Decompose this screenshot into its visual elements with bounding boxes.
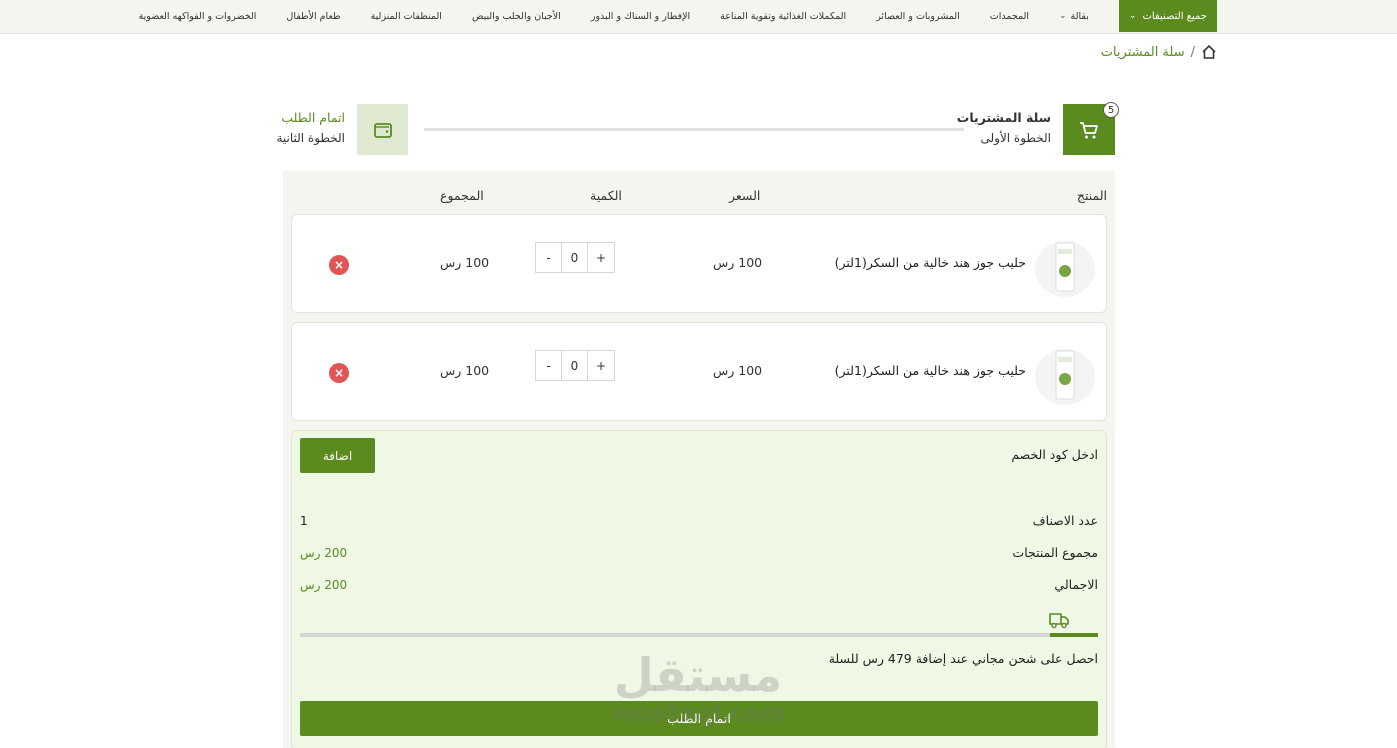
add-coupon-button[interactable]: اضافة xyxy=(300,438,375,473)
step-checkout-box xyxy=(357,104,408,155)
grand-total-value: 200 رس xyxy=(300,578,348,592)
step-one-text: سلة المشتريات الخطوة الأولى xyxy=(957,110,1051,145)
step-two-title: اتمام الطلب xyxy=(281,110,345,125)
chevron-down-icon: ⌄ xyxy=(1128,11,1137,21)
steps-progress-line xyxy=(424,128,964,131)
product-image xyxy=(1035,241,1095,297)
subtotal-value: 200 رس xyxy=(300,546,348,560)
quantity-value[interactable]: 0 xyxy=(562,351,588,380)
all-categories-button[interactable]: جميع التصنيفات ⌄ xyxy=(1118,0,1217,32)
subtotal-label: مجموع المنتجات xyxy=(1012,545,1098,560)
product-name[interactable]: حليب جوز هند خالية من السكر(1لتر) xyxy=(835,363,1026,378)
nav-menu: جميع التصنيفات ⌄ بقالة ⌄ المجمدات المشرو… xyxy=(139,0,1217,32)
increment-button[interactable]: + xyxy=(588,351,614,380)
grand-total-label: الاجمالي xyxy=(1054,577,1098,592)
decrement-button[interactable]: - xyxy=(536,243,562,272)
column-header-product: المنتج xyxy=(1076,188,1107,203)
wallet-icon xyxy=(373,122,392,138)
nav-item-label: طعام الأطفال xyxy=(286,10,341,22)
coupon-label: ادخل كود الخصم xyxy=(1011,447,1098,462)
nav-item-grocery[interactable]: بقالة ⌄ xyxy=(1059,11,1089,22)
remove-item-button[interactable]: × xyxy=(329,363,349,383)
product-price: 100 رس xyxy=(713,363,763,378)
watermark: مستقل mostaql.com xyxy=(612,648,786,727)
nav-item-label: الأجبان والحلب والبيض xyxy=(471,10,561,22)
step-one-title: سلة المشتريات xyxy=(956,110,1051,125)
product-name[interactable]: حليب جوز هند خالية من السكر(1لتر) xyxy=(835,255,1026,270)
cart-count-badge: 5 xyxy=(1103,102,1119,118)
chevron-down-icon: ⌄ xyxy=(1059,11,1067,21)
step-two-text: اتمام الطلب الخطوة الثانية xyxy=(276,110,345,145)
column-header-price: السعر xyxy=(729,188,761,203)
nav-item-frozen[interactable]: المجمدات xyxy=(990,11,1029,22)
free-shipping-progress-track xyxy=(300,633,1098,637)
watermark-logo-text: مستقل xyxy=(613,648,783,702)
items-count-label: عدد الاصناف xyxy=(1032,513,1098,528)
close-icon: × xyxy=(333,366,345,380)
nav-item-dairy[interactable]: الأجبان والحلب والبيض xyxy=(472,11,561,22)
watermark-url: mostaql.com xyxy=(612,699,786,727)
top-nav: جميع التصنيفات ⌄ بقالة ⌄ المجمدات المشرو… xyxy=(0,0,1397,34)
product-price: 100 رس xyxy=(713,255,763,270)
nav-item-breakfast[interactable]: الإفطار و السناك و البذور xyxy=(591,11,690,22)
nav-item-cleaning[interactable]: المنظفات المنزلية xyxy=(371,11,442,22)
column-header-quantity: الكمية xyxy=(590,188,622,203)
item-total: 100 رس xyxy=(440,255,490,270)
nav-item-label: بقالة xyxy=(1070,10,1089,22)
column-header-total: المجموع xyxy=(440,188,484,203)
nav-item-label: الخضروات و الفواكهه العضوية xyxy=(138,10,257,22)
home-icon[interactable] xyxy=(1201,44,1217,60)
breadcrumb-separator: / xyxy=(1190,44,1195,60)
breadcrumb: / سلة المشتريات xyxy=(1101,44,1217,60)
free-shipping-message: احصل على شحن مجاني عند إضافة 479 رس للسل… xyxy=(828,651,1098,666)
remove-item-button[interactable]: × xyxy=(329,255,349,275)
decrement-button[interactable]: - xyxy=(536,351,562,380)
delivery-truck-icon xyxy=(1049,613,1069,629)
nav-item-label: الإفطار و السناك و البذور xyxy=(590,10,691,22)
item-total: 100 رس xyxy=(440,363,490,378)
all-categories-label: جميع التصنيفات xyxy=(1142,10,1207,22)
nav-item-supplements[interactable]: المكملات الغذائية وتقوية المناعة xyxy=(720,11,846,22)
nav-item-organic[interactable]: الخضروات و الفواكهه العضوية xyxy=(139,11,257,22)
nav-item-drinks[interactable]: المشروبات و العصائر xyxy=(876,11,960,22)
free-shipping-progress-fill xyxy=(1050,633,1098,637)
quantity-stepper: - 0 + xyxy=(535,242,615,273)
nav-item-label: المشروبات و العصائر xyxy=(876,10,960,22)
items-count-value: 1 xyxy=(300,514,308,528)
cart-icon xyxy=(1080,121,1098,138)
cart-item-row: حليب جوز هند خالية من السكر(1لتر) 100 رس… xyxy=(291,214,1107,313)
close-icon: × xyxy=(333,258,345,272)
nav-item-label: المكملات الغذائية وتقوية المناعة xyxy=(720,10,847,22)
nav-item-baby-food[interactable]: طعام الأطفال xyxy=(286,11,340,22)
increment-button[interactable]: + xyxy=(588,243,614,272)
nav-item-label: المجمدات xyxy=(989,10,1029,22)
quantity-stepper: - 0 + xyxy=(535,350,615,381)
breadcrumb-current: سلة المشتريات xyxy=(1100,44,1185,60)
nav-item-label: المنظفات المنزلية xyxy=(370,10,442,22)
step-two-subtitle: الخطوة الثانية xyxy=(276,131,345,145)
quantity-value[interactable]: 0 xyxy=(562,243,588,272)
step-one-subtitle: الخطوة الأولى xyxy=(980,131,1051,145)
product-image xyxy=(1035,349,1095,405)
cart-item-row: حليب جوز هند خالية من السكر(1لتر) 100 رس… xyxy=(291,322,1107,421)
